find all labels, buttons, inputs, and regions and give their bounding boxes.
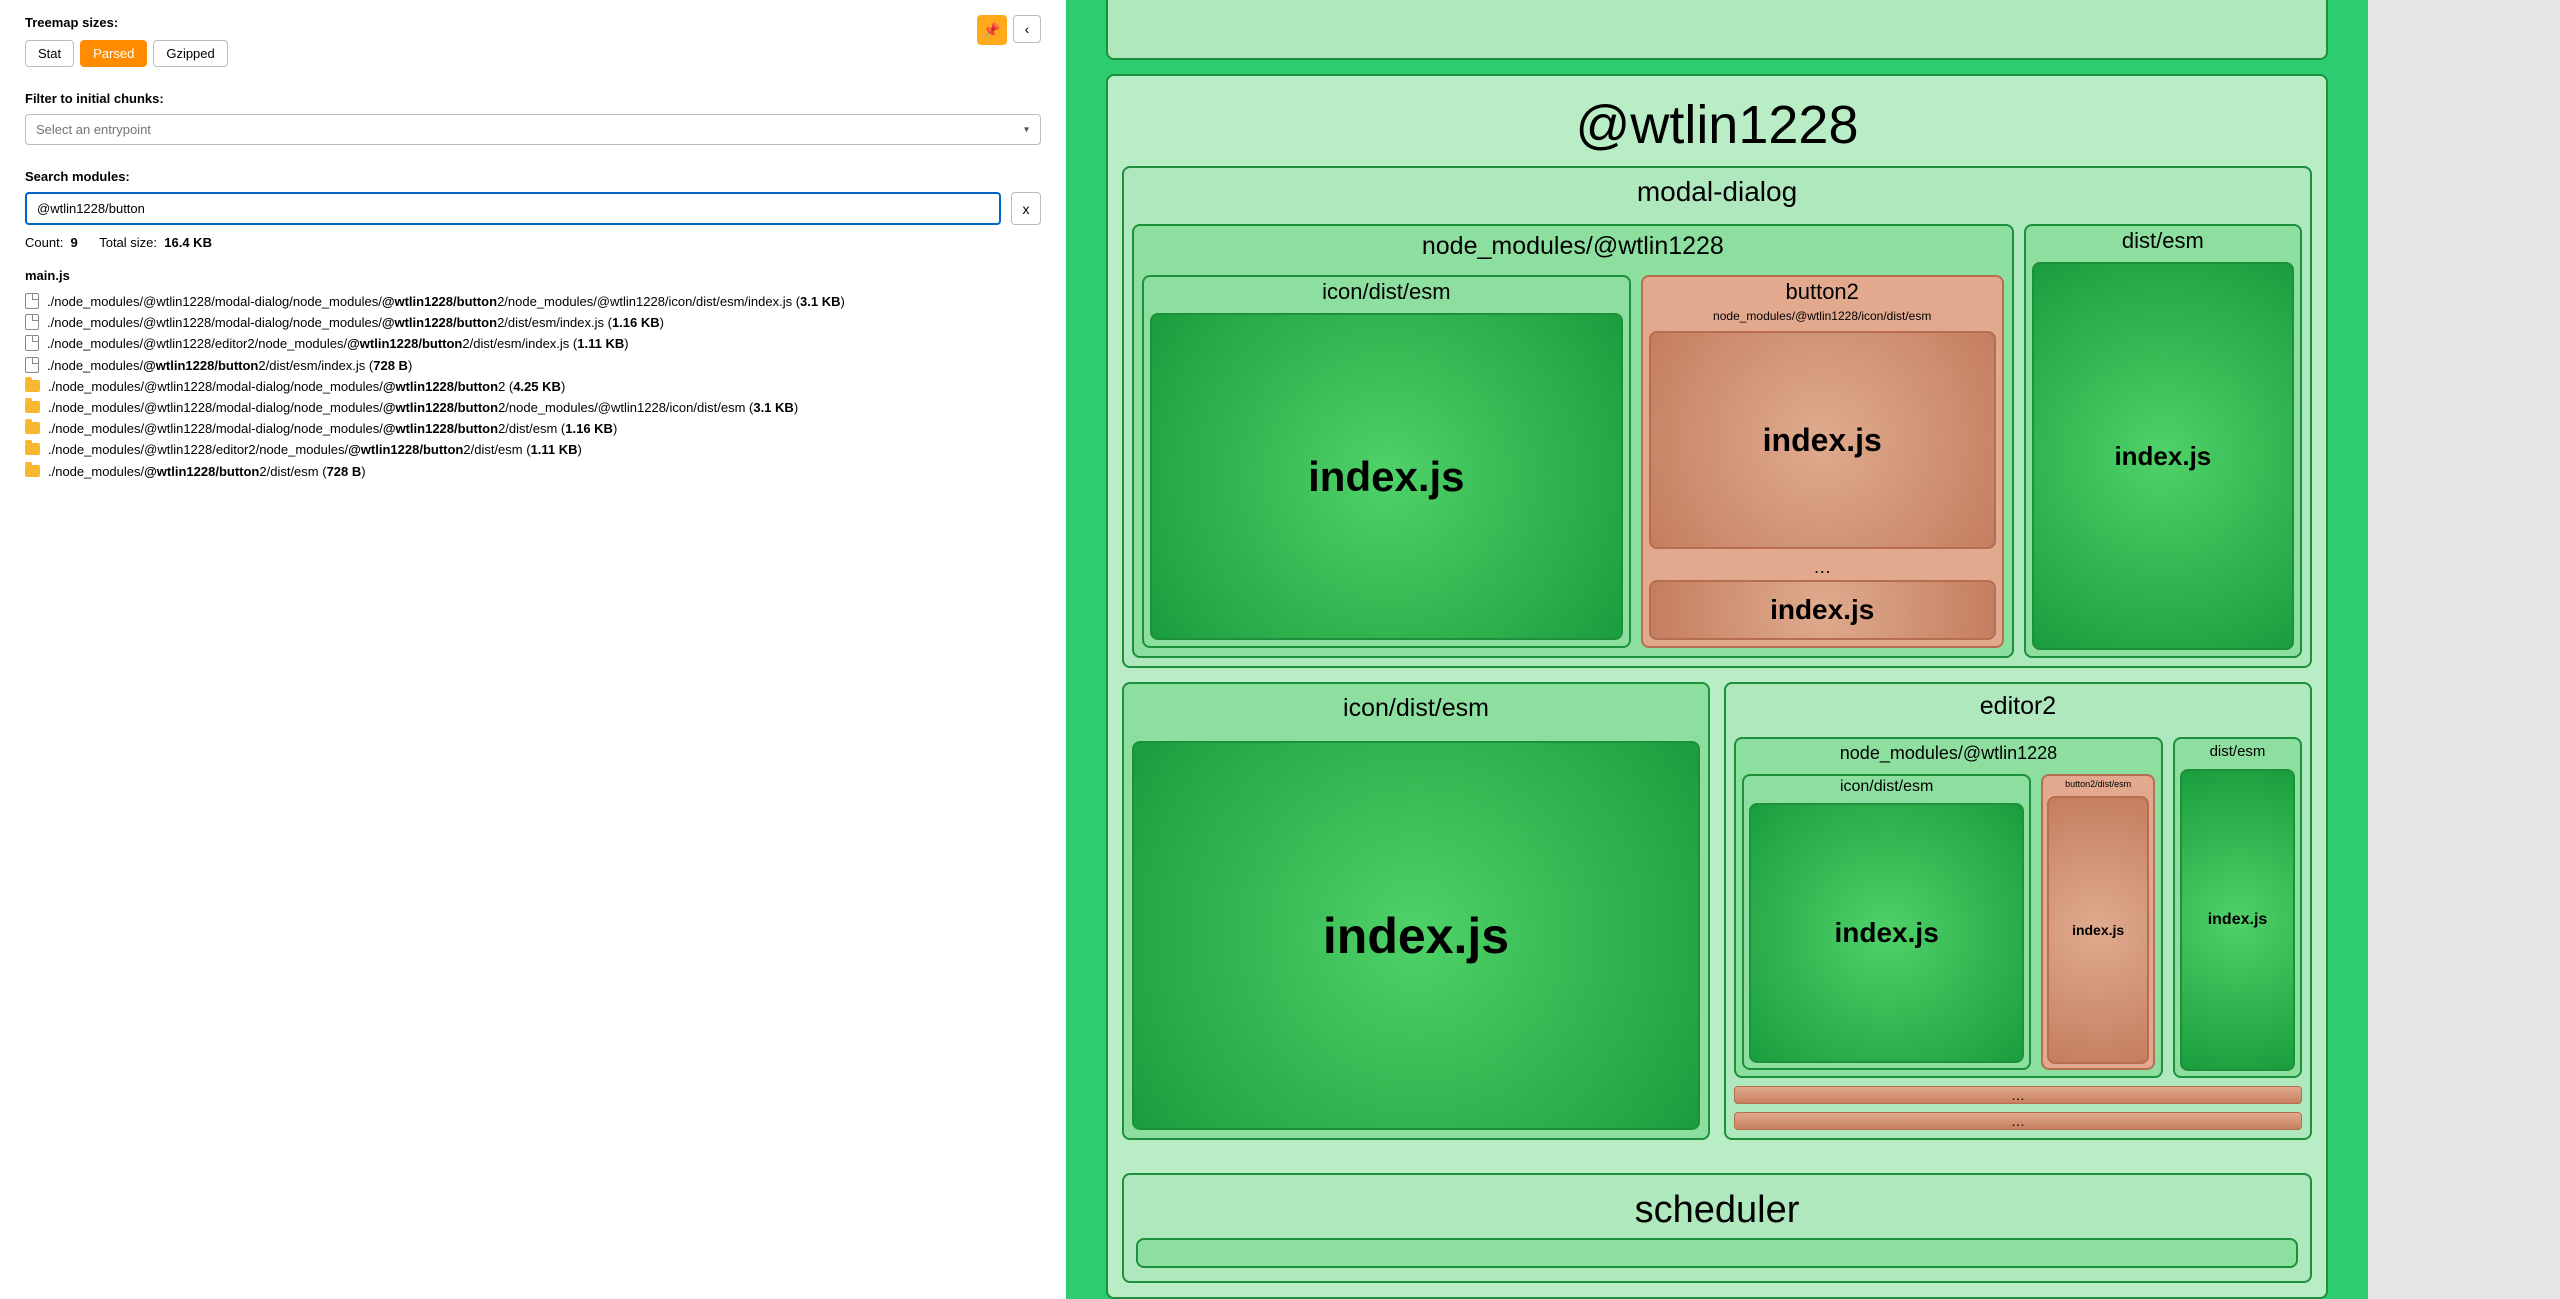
folder-icon bbox=[25, 401, 40, 413]
modal-dist-label: dist/esm bbox=[2026, 226, 2300, 256]
chunk-name: main.js bbox=[25, 268, 1041, 283]
entrypoint-select[interactable] bbox=[25, 114, 1041, 145]
modal-button2-label: button2 bbox=[1643, 277, 2002, 307]
count-value: 9 bbox=[71, 235, 78, 250]
modal-dist-esm[interactable]: dist/esm index.js bbox=[2024, 224, 2302, 658]
size-gzipped-button[interactable]: Gzipped bbox=[153, 40, 227, 67]
search-result-path: ./node_modules/@wtlin1228/button2/dist/e… bbox=[47, 357, 412, 375]
search-result-item[interactable]: ./node_modules/@wtlin1228/modal-dialog/n… bbox=[25, 314, 1041, 332]
total-size-label: Total size: bbox=[99, 235, 157, 250]
chevron-left-icon: ‹ bbox=[1025, 21, 1030, 37]
editor2-icon-label: icon/dist/esm bbox=[1744, 776, 2029, 798]
search-result-path: ./node_modules/@wtlin1228/modal-dialog/n… bbox=[48, 420, 617, 438]
pin-button[interactable]: 📌 bbox=[977, 15, 1007, 45]
treemap-modal-dialog[interactable]: modal-dialog node_modules/@wtlin1228 ico… bbox=[1122, 166, 2312, 668]
pin-icon: 📌 bbox=[983, 22, 1000, 39]
modal-icon-label: icon/dist/esm bbox=[1144, 277, 1629, 307]
clear-search-button[interactable]: x bbox=[1011, 192, 1041, 225]
search-result-item[interactable]: ./node_modules/@wtlin1228/modal-dialog/n… bbox=[25, 378, 1041, 396]
sidebar: 📌 ‹ Treemap sizes: Stat Parsed Gzipped F… bbox=[0, 0, 1066, 1299]
modal-button2-sub-label: node_modules/@wtlin1228/icon/dist/esm bbox=[1643, 307, 2002, 325]
modal-button2-index1[interactable]: index.js bbox=[1649, 331, 1996, 549]
search-result-item[interactable]: ./node_modules/@wtlin1228/modal-dialog/n… bbox=[25, 293, 1041, 311]
treemap-scheduler[interactable]: scheduler bbox=[1122, 1173, 2312, 1283]
modal-button2-ellipsis: … bbox=[1643, 555, 2002, 580]
folder-icon bbox=[25, 443, 40, 455]
search-results-list: ./node_modules/@wtlin1228/modal-dialog/n… bbox=[25, 293, 1041, 481]
scheduler-label: scheduler bbox=[1124, 1175, 2310, 1238]
collapse-sidebar-button[interactable]: ‹ bbox=[1013, 15, 1041, 43]
editor2-nodemodules[interactable]: node_modules/@wtlin1228 icon/dist/esm in… bbox=[1734, 737, 2163, 1078]
empty-area bbox=[2368, 0, 2560, 1299]
editor2-strip1[interactable]: … bbox=[1734, 1086, 2302, 1104]
editor2-nm-label: node_modules/@wtlin1228 bbox=[1736, 739, 2161, 768]
modal-dist-index[interactable]: index.js bbox=[2032, 262, 2294, 650]
size-parsed-button[interactable]: Parsed bbox=[80, 40, 147, 67]
editor2-icon[interactable]: icon/dist/esm index.js bbox=[1742, 774, 2031, 1070]
search-result-item[interactable]: ./node_modules/@wtlin1228/modal-dialog/n… bbox=[25, 399, 1041, 417]
search-result-item[interactable]: ./node_modules/@wtlin1228/button2/dist/e… bbox=[25, 357, 1041, 375]
file-icon bbox=[25, 335, 39, 351]
search-result-path: ./node_modules/@wtlin1228/editor2/node_m… bbox=[48, 441, 582, 459]
editor2-dist-label: dist/esm bbox=[2175, 739, 2300, 764]
editor2-label: editor2 bbox=[1726, 684, 2310, 729]
search-result-item[interactable]: ./node_modules/@wtlin1228/modal-dialog/n… bbox=[25, 420, 1041, 438]
search-result-item[interactable]: ./node_modules/@wtlin1228/editor2/node_m… bbox=[25, 335, 1041, 353]
icon-label: icon/dist/esm bbox=[1124, 684, 1708, 733]
main-area: @wtlin1228 modal-dialog node_modules/@wt… bbox=[1066, 0, 2560, 1299]
editor2-strip2[interactable]: … bbox=[1734, 1112, 2302, 1130]
editor2-button2-index[interactable]: index.js bbox=[2047, 796, 2149, 1064]
editor2-button2[interactable]: button2/dist/esm index.js bbox=[2041, 774, 2155, 1070]
search-result-item[interactable]: ./node_modules/@wtlin1228/editor2/node_m… bbox=[25, 441, 1041, 459]
search-result-item[interactable]: ./node_modules/@wtlin1228/button2/dist/e… bbox=[25, 463, 1041, 481]
treemap-root-label: @wtlin1228 bbox=[1108, 76, 2326, 166]
search-input[interactable] bbox=[25, 192, 1001, 225]
treemap-top-node[interactable] bbox=[1106, 0, 2328, 60]
count-label: Count: bbox=[25, 235, 63, 250]
filter-chunks-label: Filter to initial chunks: bbox=[25, 91, 1041, 106]
modal-dialog-nm-label: node_modules/@wtlin1228 bbox=[1134, 226, 2012, 267]
editor2-dist-index[interactable]: index.js bbox=[2180, 769, 2295, 1071]
search-result-path: ./node_modules/@wtlin1228/modal-dialog/n… bbox=[47, 293, 845, 311]
editor2-icon-index[interactable]: index.js bbox=[1749, 803, 2024, 1063]
size-stat-button[interactable]: Stat bbox=[25, 40, 74, 67]
scheduler-inner[interactable] bbox=[1136, 1238, 2298, 1268]
treemap-sizes-label: Treemap sizes: bbox=[25, 15, 1041, 30]
modal-icon-index[interactable]: index.js bbox=[1150, 313, 1623, 640]
treemap-icon-dist-esm[interactable]: icon/dist/esm index.js bbox=[1122, 682, 1710, 1140]
treemap-wtlin1228[interactable]: @wtlin1228 modal-dialog node_modules/@wt… bbox=[1106, 74, 2328, 1299]
modal-icon-dist-esm[interactable]: icon/dist/esm index.js bbox=[1142, 275, 1631, 648]
modal-dialog-label: modal-dialog bbox=[1124, 168, 2310, 216]
search-result-path: ./node_modules/@wtlin1228/button2/dist/e… bbox=[48, 463, 366, 481]
treemap-editor2[interactable]: editor2 node_modules/@wtlin1228 icon/dis… bbox=[1724, 682, 2312, 1140]
modal-button2[interactable]: button2 node_modules/@wtlin1228/icon/dis… bbox=[1641, 275, 2004, 648]
search-result-path: ./node_modules/@wtlin1228/modal-dialog/n… bbox=[48, 399, 798, 417]
editor2-button2-label: button2/dist/esm bbox=[2043, 776, 2153, 792]
modal-dialog-nodemodules[interactable]: node_modules/@wtlin1228 icon/dist/esm in… bbox=[1132, 224, 2014, 658]
treemap[interactable]: @wtlin1228 modal-dialog node_modules/@wt… bbox=[1066, 0, 2368, 1299]
size-buttons-group: Stat Parsed Gzipped bbox=[25, 40, 1041, 67]
search-result-path: ./node_modules/@wtlin1228/modal-dialog/n… bbox=[47, 314, 664, 332]
folder-icon bbox=[25, 380, 40, 392]
file-icon bbox=[25, 314, 39, 330]
total-size-value: 16.4 KB bbox=[164, 235, 212, 250]
folder-icon bbox=[25, 465, 40, 477]
icon-index[interactable]: index.js bbox=[1132, 741, 1700, 1130]
file-icon bbox=[25, 357, 39, 373]
search-modules-label: Search modules: bbox=[25, 169, 1041, 184]
folder-icon bbox=[25, 422, 40, 434]
editor2-dist-esm[interactable]: dist/esm index.js bbox=[2173, 737, 2302, 1078]
search-result-path: ./node_modules/@wtlin1228/editor2/node_m… bbox=[47, 335, 629, 353]
search-stats: Count: 9 Total size: 16.4 KB bbox=[25, 235, 1041, 250]
file-icon bbox=[25, 293, 39, 309]
modal-button2-index2[interactable]: index.js bbox=[1649, 580, 1996, 640]
search-result-path: ./node_modules/@wtlin1228/modal-dialog/n… bbox=[48, 378, 565, 396]
